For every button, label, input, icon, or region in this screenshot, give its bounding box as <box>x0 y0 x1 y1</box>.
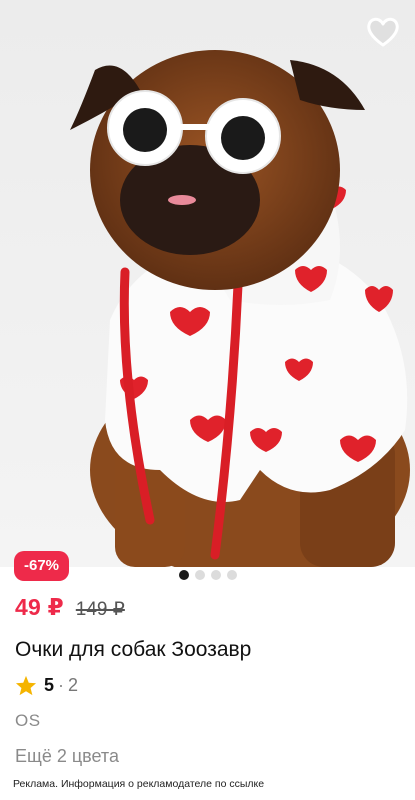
carousel-dot-4[interactable] <box>226 570 237 580</box>
star-icon <box>15 675 37 696</box>
old-price: 149 ₽ <box>75 599 125 620</box>
more-colors-link[interactable]: Ещё 2 цвета <box>15 746 119 767</box>
product-image[interactable] <box>0 0 415 567</box>
price-row: 49 ₽ 149 ₽ <box>15 594 125 621</box>
rating-count: 2 <box>68 675 79 695</box>
rating[interactable]: 5 · 2 <box>15 675 78 696</box>
brand-name[interactable]: OS <box>15 711 41 731</box>
favorite-button[interactable] <box>365 14 401 50</box>
ad-disclaimer[interactable]: Реклама. Информация о рекламодателе по с… <box>13 778 264 790</box>
product-title[interactable]: Очки для собак Зоозавр <box>15 638 251 662</box>
carousel-dot-1[interactable] <box>178 570 189 580</box>
heart-outline-icon <box>367 17 399 47</box>
rating-separator: · <box>58 675 65 695</box>
current-price: 49 ₽ <box>15 594 64 620</box>
carousel-dot-2[interactable] <box>194 570 205 580</box>
carousel-dot-3[interactable] <box>210 570 221 580</box>
rating-score: 5 <box>44 675 55 695</box>
carousel-dots[interactable] <box>0 570 415 580</box>
